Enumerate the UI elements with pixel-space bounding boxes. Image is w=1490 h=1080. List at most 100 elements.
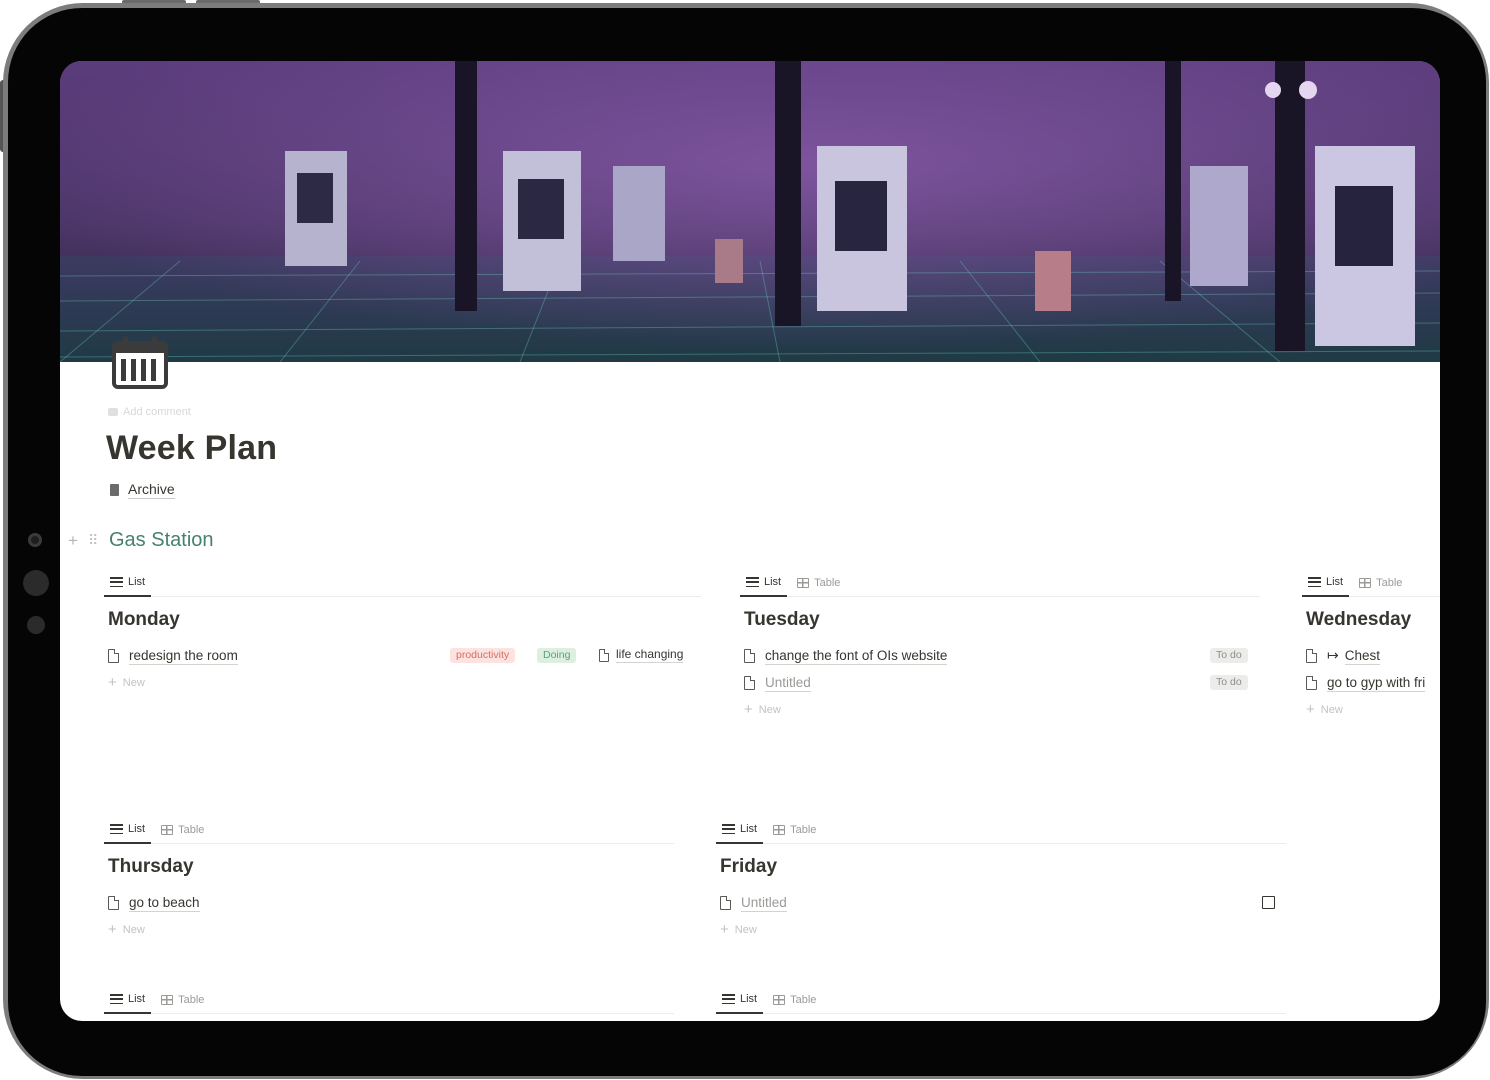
tab-label: List — [128, 576, 146, 588]
page-icon — [108, 648, 119, 663]
tab-label: Table — [790, 994, 817, 1006]
list-item[interactable]: Untitled To do — [740, 669, 1260, 696]
board-wednesday: List Table Wednesday ↦ Chest go to gyp w… — [1302, 570, 1440, 723]
list-icon — [1308, 577, 1321, 587]
book-icon — [110, 484, 119, 496]
tab-table[interactable]: Table — [1353, 577, 1408, 596]
list-icon — [722, 994, 735, 1004]
status-badge: Doing — [537, 648, 577, 663]
tab-label: List — [1326, 576, 1344, 588]
relation-link[interactable]: life changing — [599, 647, 684, 663]
table-icon — [773, 825, 786, 835]
page-icon — [108, 895, 119, 910]
tab-label: List — [128, 823, 146, 835]
tab-label: List — [740, 823, 758, 835]
view-tabs: List — [104, 570, 701, 597]
tab-table[interactable]: Table — [155, 824, 210, 843]
tab-label: Table — [814, 577, 841, 589]
item-name: go to beach — [129, 894, 200, 912]
tab-label: List — [740, 993, 758, 1005]
plus-icon: + — [744, 701, 753, 718]
plus-icon: + — [108, 674, 117, 691]
section-heading[interactable]: Gas Station — [109, 529, 214, 552]
tab-label: Table — [178, 994, 205, 1006]
board-tuesday: List Table Tuesday change the font of OI… — [740, 570, 1260, 723]
tag-productivity: productivity — [450, 648, 516, 663]
relation-arrow-icon: ↦ — [1327, 647, 1339, 663]
new-item-button[interactable]: + New — [740, 696, 1260, 723]
app-screen: Add comment Week Plan Archive + ⠿ Gas St… — [60, 61, 1440, 1021]
new-item-button[interactable]: + New — [104, 669, 701, 696]
board-thursday: List Table Thursday go to beach + New — [104, 817, 674, 943]
tablet-frame: Add comment Week Plan Archive + ⠿ Gas St… — [0, 0, 1490, 1080]
item-name: Chest — [1344, 647, 1381, 665]
page-title[interactable]: Week Plan — [106, 429, 277, 468]
list-icon — [110, 577, 123, 587]
list-item[interactable]: change the font of OIs website To do — [740, 642, 1260, 669]
item-name: Untitled — [741, 894, 787, 912]
drag-handle-icon[interactable]: ⠿ — [88, 532, 102, 549]
new-label: New — [1320, 703, 1343, 716]
item-name: redesign the room — [129, 647, 238, 665]
tab-list[interactable]: List — [740, 576, 788, 597]
add-block-icon[interactable]: + — [68, 531, 84, 551]
view-tabs: List Table — [716, 987, 1286, 1014]
page-icon — [720, 895, 731, 910]
sensor-dot — [27, 616, 45, 634]
list-item[interactable]: go to gyp with fri — [1302, 669, 1440, 696]
item-name: change the font of OIs website — [765, 647, 948, 665]
view-tabs: List Table — [1302, 570, 1440, 597]
add-comment-button[interactable]: Add comment — [108, 406, 191, 418]
plus-icon: + — [1306, 701, 1315, 718]
tab-table[interactable]: Table — [791, 577, 846, 596]
tab-list[interactable]: List — [1302, 576, 1350, 597]
camera-icon — [28, 533, 42, 547]
tab-list[interactable]: List — [716, 823, 764, 844]
tab-list[interactable]: List — [716, 993, 764, 1014]
cover-image[interactable] — [60, 61, 1440, 362]
section-header: + ⠿ Gas Station — [68, 529, 214, 552]
tab-list[interactable]: List — [104, 993, 152, 1014]
status-badge: To do — [1210, 675, 1248, 690]
list-item[interactable]: ↦ Chest — [1302, 642, 1440, 669]
list-item[interactable]: go to beach — [104, 889, 674, 916]
board-title[interactable]: Tuesday — [744, 609, 1260, 633]
page-icon — [599, 648, 609, 662]
sensor-dot — [23, 570, 49, 596]
tab-table[interactable]: Table — [767, 824, 822, 843]
page-icon — [744, 648, 755, 663]
list-icon — [746, 577, 759, 587]
view-tabs: List Table — [716, 817, 1286, 844]
new-item-button[interactable]: + New — [1302, 696, 1440, 723]
tab-list[interactable]: List — [104, 823, 152, 844]
done-checkbox[interactable] — [1262, 896, 1275, 909]
board-title[interactable]: Monday — [108, 609, 701, 633]
board-friday: List Table Friday Untitled + New — [716, 817, 1286, 943]
board-title[interactable]: Thursday — [108, 856, 674, 880]
new-label: New — [122, 676, 145, 689]
tab-list[interactable]: List — [104, 576, 152, 597]
board-saturday: List Table — [104, 987, 674, 1014]
relation-label: life changing — [616, 647, 684, 663]
tab-table[interactable]: Table — [767, 994, 822, 1013]
board-title[interactable]: Wednesday — [1306, 609, 1440, 633]
tab-table[interactable]: Table — [155, 994, 210, 1013]
list-item[interactable]: Untitled — [716, 889, 1286, 916]
board-title[interactable]: Friday — [720, 856, 1286, 880]
new-label: New — [758, 703, 781, 716]
archive-label: Archive — [128, 481, 175, 499]
view-tabs: List Table — [740, 570, 1260, 597]
tab-label: Table — [178, 824, 205, 836]
list-icon — [110, 994, 123, 1004]
new-item-button[interactable]: + New — [716, 916, 1286, 943]
status-badge: To do — [1210, 648, 1248, 663]
tab-label: List — [764, 576, 782, 588]
table-icon — [1359, 578, 1372, 588]
tab-label: List — [128, 993, 146, 1005]
calendar-icon[interactable] — [112, 333, 168, 389]
archive-link[interactable]: Archive — [110, 481, 175, 499]
list-item[interactable]: redesign the room productivity Doing lif… — [104, 642, 701, 669]
board-sunday: List Table — [716, 987, 1286, 1014]
new-item-button[interactable]: + New — [104, 916, 674, 943]
add-comment-label: Add comment — [123, 406, 191, 418]
